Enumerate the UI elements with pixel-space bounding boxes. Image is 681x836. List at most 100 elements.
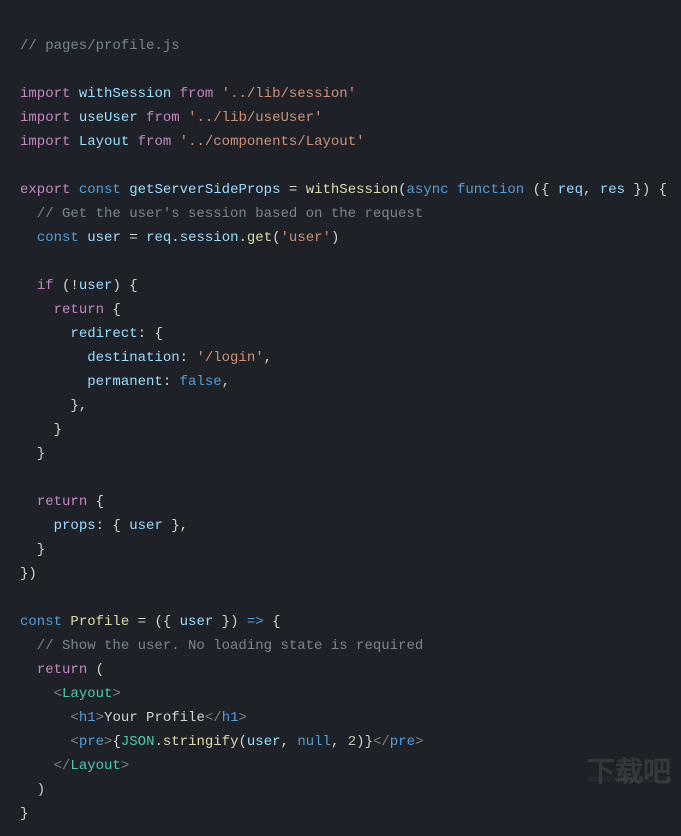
keyword-from: from <box>146 110 180 126</box>
keyword-if: if <box>37 278 54 294</box>
identifier: props <box>54 518 96 534</box>
punct: ( <box>87 662 104 678</box>
punct: ) <box>20 782 45 798</box>
punct: { <box>104 302 121 318</box>
tag-angle: > <box>239 710 247 726</box>
identifier: user <box>87 230 121 246</box>
punct: ) <box>331 230 339 246</box>
identifier: Layout <box>79 134 129 150</box>
number: 2 <box>348 734 356 750</box>
arrow: => <box>247 614 264 630</box>
punct: }, <box>20 398 87 414</box>
keyword-import: import <box>20 86 70 102</box>
jsx-tag: pre <box>79 734 104 750</box>
function-call: withSession <box>306 182 398 198</box>
string-literal: '../lib/useUser' <box>188 110 322 126</box>
identifier: getServerSideProps <box>129 182 280 198</box>
identifier: session <box>180 230 239 246</box>
punct: } <box>20 542 45 558</box>
keyword-function: function <box>457 182 524 198</box>
keyword-from: from <box>180 86 214 102</box>
comment-line: // pages/profile.js <box>20 38 180 54</box>
jsx-tag: h1 <box>79 710 96 726</box>
identifier: user <box>247 734 281 750</box>
punct: . <box>154 734 162 750</box>
punct: ) <box>356 734 364 750</box>
punct: : { <box>96 518 130 534</box>
punct: , <box>264 350 272 366</box>
punct: = ({ <box>129 614 179 630</box>
tag-angle: </ <box>205 710 222 726</box>
punct: . <box>171 230 179 246</box>
tag-angle: > <box>96 710 104 726</box>
punct: } <box>365 734 373 750</box>
keyword-export: export <box>20 182 70 198</box>
punct: ( <box>239 734 247 750</box>
keyword-import: import <box>20 110 70 126</box>
jsx-tag: pre <box>390 734 415 750</box>
string-literal: 'user' <box>281 230 331 246</box>
identifier: req <box>146 230 171 246</box>
punct: , <box>583 182 600 198</box>
keyword-import: import <box>20 134 70 150</box>
punct: = <box>121 230 146 246</box>
jsx-tag: h1 <box>222 710 239 726</box>
comment-line: // Get the user's session based on the r… <box>20 206 423 222</box>
function-name: Profile <box>70 614 129 630</box>
jsx-tag: Layout <box>62 686 112 702</box>
jsx-tag: Layout <box>70 758 120 774</box>
punct: : { <box>138 326 163 342</box>
punct: }) <box>20 566 37 582</box>
punct: : <box>180 350 197 366</box>
jsx-text: Your Profile <box>104 710 205 726</box>
punct: }, <box>163 518 188 534</box>
keyword-from: from <box>138 134 172 150</box>
punct: } <box>20 422 62 438</box>
tag-angle: > <box>415 734 423 750</box>
keyword-false: false <box>180 374 222 390</box>
punct: ({ <box>524 182 558 198</box>
tag-angle: > <box>112 686 120 702</box>
identifier: redirect <box>70 326 137 342</box>
keyword-const: const <box>37 230 79 246</box>
tag-angle: < <box>70 734 78 750</box>
identifier: JSON <box>121 734 155 750</box>
tag-angle: < <box>70 710 78 726</box>
identifier: permanent <box>87 374 163 390</box>
punct: ( <box>272 230 280 246</box>
string-literal: '../lib/session' <box>222 86 356 102</box>
function-call: get <box>247 230 272 246</box>
punct: { <box>264 614 281 630</box>
punct: ) { <box>112 278 137 294</box>
identifier: res <box>600 182 625 198</box>
code-block: // pages/profile.js import withSession f… <box>20 10 661 826</box>
punct: } <box>20 806 28 822</box>
identifier: destination <box>87 350 179 366</box>
keyword-const: const <box>79 182 121 198</box>
identifier: withSession <box>79 86 171 102</box>
identifier: user <box>79 278 113 294</box>
punct: (! <box>54 278 79 294</box>
punct: { <box>112 734 120 750</box>
punct: , <box>331 734 348 750</box>
string-literal: '../components/Layout' <box>180 134 365 150</box>
keyword-return: return <box>37 494 87 510</box>
tag-angle: < <box>54 686 62 702</box>
identifier: req <box>558 182 583 198</box>
punct: : <box>163 374 180 390</box>
comment-line: // Show the user. No loading state is re… <box>20 638 423 654</box>
punct: , <box>281 734 298 750</box>
punct: , <box>222 374 230 390</box>
punct: . <box>239 230 247 246</box>
punct: } <box>20 446 45 462</box>
string-literal: '/login' <box>196 350 263 366</box>
tag-angle: </ <box>373 734 390 750</box>
keyword-return: return <box>37 662 87 678</box>
punct: ( <box>398 182 406 198</box>
punct: { <box>87 494 104 510</box>
keyword-return: return <box>54 302 104 318</box>
punct: }) { <box>625 182 667 198</box>
identifier: user <box>129 518 163 534</box>
punct: }) <box>213 614 247 630</box>
keyword-async: async <box>407 182 449 198</box>
